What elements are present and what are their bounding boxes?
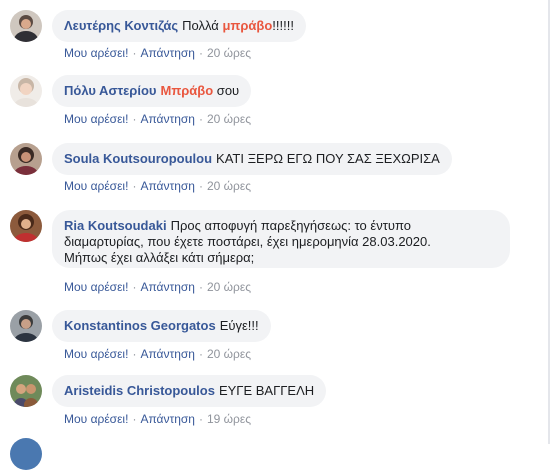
timestamp[interactable]: 20 ώρες — [207, 46, 251, 60]
comment-text: ΚΑΤΙ ΞΕΡΩ ΕΓΩ ΠΟΥ ΣΑΣ ΞΕΧΩΡΙΣΑ — [216, 151, 440, 166]
like-link[interactable]: Μου αρέσει! — [64, 46, 128, 60]
separator: · — [198, 412, 203, 426]
comment-actions: Μου αρέσει! · Απάντηση · 20 ώρες — [64, 46, 251, 60]
comment-text: ΕΥΓΕ ΒΑΓΓΕΛΗ — [218, 383, 315, 398]
separator: · — [198, 280, 203, 294]
comment-author[interactable]: Konstantinos Georgatos — [64, 318, 216, 333]
separator: · — [132, 412, 137, 426]
comment-text-line: διαμαρτυρίας, που έχετε ποστάρει, έχει η… — [64, 234, 431, 249]
like-link[interactable]: Μου αρέσει! — [64, 179, 128, 193]
separator: · — [132, 179, 137, 193]
reply-link[interactable]: Απάντηση — [140, 112, 195, 126]
comment-bubble: Soula Koutsouropoulou ΚΑΤΙ ΞΕΡΩ ΕΓΩ ΠΟΥ Σ… — [52, 143, 452, 175]
comment-bubble: Πόλυ Αστερίου Μπράβο σου — [52, 75, 252, 107]
like-link[interactable]: Μου αρέσει! — [64, 112, 128, 126]
separator: · — [198, 347, 203, 361]
comment-text: Πολλά μπράβο!!!!!! — [182, 18, 294, 33]
avatar[interactable] — [10, 438, 42, 470]
comment-actions: Μου αρέσει! · Απάντηση · 20 ώρες — [64, 347, 251, 361]
separator: · — [132, 280, 137, 294]
separator: · — [132, 347, 137, 361]
reply-link[interactable]: Απάντηση — [140, 347, 195, 361]
separator: · — [198, 179, 203, 193]
timestamp[interactable]: 20 ώρες — [207, 179, 251, 193]
avatar[interactable] — [10, 10, 42, 42]
comment-bubble: Λευτέρης Κοντιζάς Πολλά μπράβο!!!!!! — [52, 10, 306, 42]
reply-link[interactable]: Απάντηση — [140, 280, 195, 294]
avatar[interactable] — [10, 75, 42, 107]
comment-bubble: Konstantinos Georgatos Εύγε!!! — [52, 310, 271, 342]
like-link[interactable]: Μου αρέσει! — [64, 412, 128, 426]
comment-author[interactable]: Ria Koutsoudaki — [64, 218, 167, 233]
like-link[interactable]: Μου αρέσει! — [64, 347, 128, 361]
avatar[interactable] — [10, 210, 42, 242]
timestamp[interactable]: 20 ώρες — [207, 347, 251, 361]
comment-actions: Μου αρέσει! · Απάντηση · 20 ώρες — [64, 112, 251, 126]
separator: · — [132, 112, 137, 126]
reply-link[interactable]: Απάντηση — [140, 46, 195, 60]
reply-link[interactable]: Απάντηση — [140, 412, 195, 426]
highlight-word: Μπράβο — [160, 83, 214, 98]
reply-link[interactable]: Απάντηση — [140, 179, 195, 193]
comment-bubble: Ria Koutsoudaki Προς αποφυγή παρεξηγήσεως… — [52, 210, 510, 268]
like-link[interactable]: Μου αρέσει! — [64, 280, 128, 294]
separator: · — [198, 112, 203, 126]
comment-text-line: Προς αποφυγή παρεξηγήσεως: το έντυπο — [170, 218, 411, 233]
comment-author[interactable]: Λευτέρης Κοντιζάς — [64, 18, 178, 33]
comment-author[interactable]: Πόλυ Αστερίου — [64, 83, 156, 98]
avatar[interactable] — [10, 143, 42, 175]
comment-actions: Μου αρέσει! · Απάντηση · 20 ώρες — [64, 280, 251, 294]
comment-bubble: Aristeidis Christopoulos ΕΥΓΕ ΒΑΓΓΕΛΗ — [52, 375, 327, 407]
timestamp[interactable]: 20 ώρες — [207, 280, 251, 294]
comment-actions: Μου αρέσει! · Απάντηση · 20 ώρες — [64, 179, 251, 193]
avatar[interactable] — [10, 310, 42, 342]
timestamp[interactable]: 19 ώρες — [207, 412, 251, 426]
comment-actions: Μου αρέσει! · Απάντηση · 19 ώρες — [64, 412, 251, 426]
separator: · — [198, 46, 203, 60]
separator: · — [132, 46, 137, 60]
comment-text-line: Μήπως έχει αλλάξει κάτι σήμερα; — [64, 250, 255, 265]
comment-author[interactable]: Soula Koutsouropoulou — [64, 151, 212, 166]
highlight-word: μπράβο — [222, 18, 273, 33]
comment-text: Εύγε!!! — [219, 318, 259, 333]
comment-text: Μπράβο σου — [160, 83, 240, 98]
comment-author[interactable]: Aristeidis Christopoulos — [64, 383, 215, 398]
avatar[interactable] — [10, 375, 42, 407]
timestamp[interactable]: 20 ώρες — [207, 112, 251, 126]
